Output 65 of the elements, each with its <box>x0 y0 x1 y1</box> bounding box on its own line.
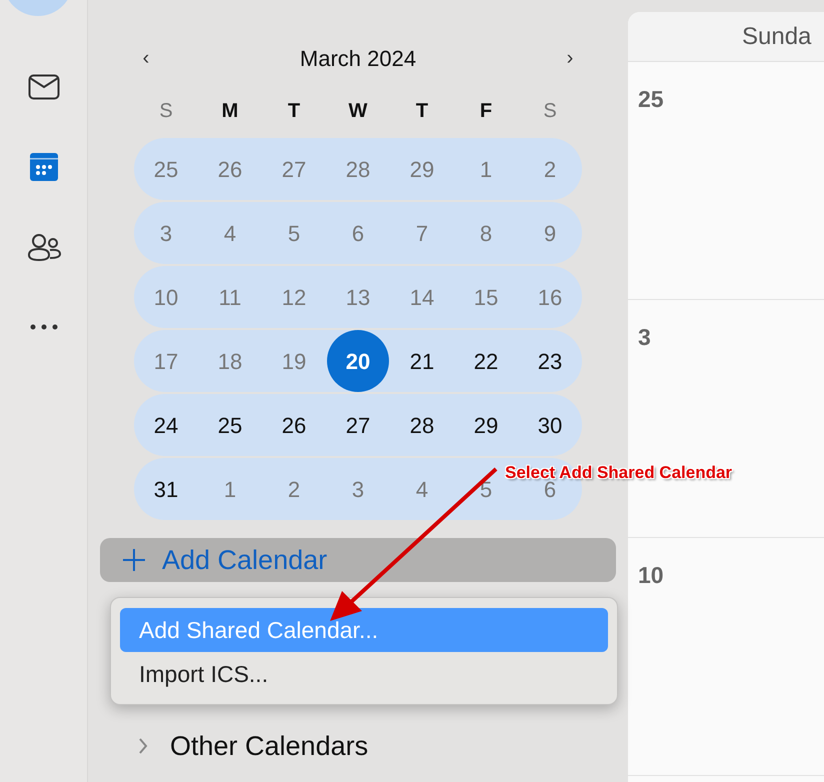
date-cell[interactable]: 3 <box>158 216 174 250</box>
date-cell[interactable]: 26 <box>280 408 308 442</box>
date-cell[interactable]: 23 <box>536 344 564 378</box>
date-label: 3 <box>638 324 651 350</box>
date-cell[interactable]: 1 <box>222 472 238 506</box>
weekday-label: S <box>158 99 174 124</box>
date-cell[interactable]: 2 <box>286 472 302 506</box>
date-cell[interactable]: 12 <box>280 280 308 314</box>
date-cell[interactable]: 29 <box>408 152 436 186</box>
date-cell[interactable]: 1 <box>478 152 494 186</box>
date-cell[interactable]: 21 <box>408 344 436 378</box>
date-cell[interactable]: 22 <box>472 344 500 378</box>
next-month-button[interactable]: › <box>558 48 582 68</box>
date-cell[interactable]: 4 <box>414 472 430 506</box>
chevron-icon[interactable] <box>138 737 148 755</box>
weekday-label: T <box>414 99 430 124</box>
date-label: 10 <box>638 562 664 588</box>
date-cell[interactable]: 2 <box>542 152 558 186</box>
date-cell[interactable]: 17 <box>152 344 180 378</box>
date-cell[interactable]: 8 <box>478 216 494 250</box>
plus-icon <box>122 548 146 572</box>
weekday-label: T <box>286 99 302 124</box>
mail-icon[interactable] <box>28 74 60 100</box>
menu-item[interactable]: Import ICS... <box>120 652 608 696</box>
date-cell[interactable]: 28 <box>408 408 436 442</box>
date-cell[interactable]: 28 <box>344 152 372 186</box>
date-cell[interactable]: 3 <box>350 472 366 506</box>
date-cell[interactable]: 13 <box>344 280 372 314</box>
date-cell[interactable]: 29 <box>472 408 500 442</box>
weekday-label: S <box>542 99 558 124</box>
date-cell[interactable]: 15 <box>472 280 500 314</box>
date-cell[interactable]: 19 <box>280 344 308 378</box>
date-cell[interactable]: 4 <box>222 216 238 250</box>
weekday-label: F <box>478 99 494 124</box>
date-cell[interactable]: 10 <box>152 280 180 314</box>
date-cell[interactable]: 27 <box>280 152 308 186</box>
date-cell[interactable]: 31 <box>152 472 180 506</box>
date-cell[interactable]: 11 <box>218 280 242 314</box>
date-cell[interactable]: 20 <box>327 330 389 392</box>
annotation-text: Select Add Shared Calendar <box>505 462 732 482</box>
calendar-group-label[interactable]: Other Calendars <box>170 726 368 766</box>
weekday-label: M <box>220 99 240 124</box>
menu-item[interactable]: Add Shared Calendar... <box>120 608 608 652</box>
more-icon[interactable] <box>30 324 58 330</box>
people-icon[interactable] <box>26 233 60 261</box>
add-calendar-button[interactable]: Add Calendar <box>100 538 616 582</box>
date-cell[interactable]: 27 <box>344 408 372 442</box>
month-title: March 2024 <box>300 44 416 72</box>
date-cell[interactable]: 6 <box>350 216 366 250</box>
date-cell[interactable]: 18 <box>216 344 244 378</box>
date-cell[interactable]: 25 <box>152 152 180 186</box>
previous-month-button[interactable]: ‹ <box>134 48 158 68</box>
column-header: Sunda <box>742 22 812 52</box>
date-cell[interactable]: 7 <box>414 216 430 250</box>
weekday-label: W <box>348 99 368 124</box>
date-cell[interactable]: 24 <box>152 408 180 442</box>
date-cell[interactable]: 26 <box>216 152 244 186</box>
date-label: 25 <box>638 86 664 112</box>
date-cell[interactable]: 25 <box>216 408 244 442</box>
date-cell[interactable]: 30 <box>536 408 564 442</box>
date-cell[interactable]: 14 <box>408 280 436 314</box>
date-cell[interactable]: 9 <box>542 216 558 250</box>
date-cell[interactable]: 16 <box>536 280 564 314</box>
calendar-icon[interactable] <box>30 153 58 181</box>
date-cell[interactable]: 5 <box>286 216 302 250</box>
